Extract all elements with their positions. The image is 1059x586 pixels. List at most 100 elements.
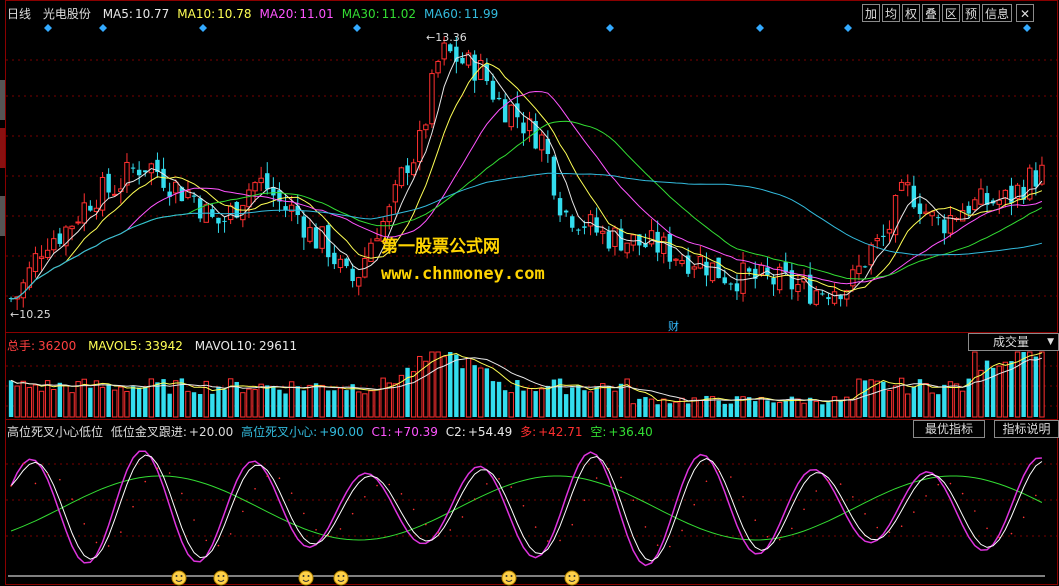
candle-down [966, 205, 971, 214]
volume-bar-up [307, 384, 313, 418]
duo-dot [510, 486, 513, 488]
candle-up [630, 234, 636, 246]
candle-up [99, 176, 106, 211]
volume-selector[interactable]: 成交量 ▼ [968, 333, 1059, 351]
mavol10-label: MAVOL10: [194, 339, 256, 353]
candle-up [75, 221, 81, 224]
volume-bar-down [576, 385, 581, 417]
volume-bar-down [502, 390, 508, 417]
volume-bar-up [252, 389, 258, 418]
smiley-eye [307, 575, 310, 577]
duo-dot [815, 490, 818, 492]
volume-bar-down [222, 389, 227, 417]
volume-bar-down [57, 382, 63, 417]
duo-dot [888, 531, 891, 534]
duo-dot [571, 523, 574, 526]
duo-dot [876, 526, 879, 529]
candle-down [917, 203, 923, 215]
candle-down [502, 99, 508, 123]
candle-down [826, 297, 831, 300]
best-indicator-button[interactable]: 最优指标 [913, 420, 985, 438]
volume-bar-up [539, 388, 545, 418]
volume-bar-up [319, 384, 325, 418]
candle-up [648, 230, 655, 245]
duo-dot [900, 525, 903, 528]
duo-dot [437, 531, 439, 534]
volume-bar-down [8, 380, 14, 417]
duo-dot [1035, 494, 1037, 497]
duo-dot [839, 483, 842, 485]
price-chart[interactable]: ←13.36 ←10.25 [0, 0, 1059, 586]
volume-bar-up [203, 380, 209, 418]
volume-bar-down [667, 403, 673, 417]
duo-dot [644, 526, 647, 528]
volume-bar-up [69, 392, 75, 418]
volume-bar-up [356, 391, 362, 418]
candle-down [130, 167, 136, 169]
volume-bar-up [185, 390, 191, 418]
candle-up [32, 253, 39, 272]
duo-dot [1010, 532, 1013, 535]
volume-bar-up [32, 384, 39, 418]
line2-label: 高位死叉小心: [241, 425, 318, 439]
candle-up [81, 202, 87, 224]
volume-bar-down [570, 387, 575, 417]
volume-bar-up [240, 392, 246, 418]
duo-dot [705, 480, 708, 483]
duo-dot [583, 499, 586, 501]
duo-dot [693, 503, 696, 506]
candle-down [332, 252, 337, 265]
volume-bar-down [936, 394, 941, 417]
candle-down [667, 233, 673, 262]
candle-up [972, 199, 978, 211]
candle-up [252, 182, 258, 192]
candle-down [490, 80, 496, 100]
duo-dot [34, 482, 37, 485]
volume-bar-down [210, 393, 215, 417]
volume-bar-down [862, 380, 868, 417]
duo-dot [132, 505, 134, 508]
kong-line [10, 475, 1043, 541]
candle-down [722, 277, 727, 284]
line1-label: 低位金叉跟进: [110, 425, 187, 439]
duo-dot [998, 536, 1001, 539]
duo-dot [449, 529, 452, 531]
volume-bar-up [892, 385, 899, 418]
volume-bar-down [643, 397, 648, 417]
candle-up [539, 134, 545, 151]
candle-up [587, 214, 594, 227]
finance-marker[interactable]: 财 [668, 318, 679, 334]
duo-dot [559, 539, 561, 542]
volume-bar-up [972, 351, 978, 418]
volume-bar-up [929, 392, 935, 418]
candle-up [246, 189, 252, 208]
candle-down [460, 57, 465, 64]
candle-down [563, 210, 569, 213]
volume-bar-down [496, 381, 502, 417]
candle-down [1033, 170, 1039, 187]
candle-up [697, 256, 704, 269]
volume-bar-down [820, 404, 825, 417]
volume-bar-down [454, 354, 459, 417]
event-diamond-icon [844, 24, 852, 32]
duo-dot [925, 495, 927, 497]
volume-bar-up [661, 398, 667, 418]
candle-up [740, 262, 746, 294]
candle-down [350, 268, 355, 282]
candle-down [862, 266, 868, 268]
volume-bar-up [868, 379, 874, 418]
volume-bar-down [191, 392, 197, 417]
mavol10-value: 29611 [258, 339, 298, 353]
volume-bar-up [99, 386, 106, 418]
duo-dot [22, 462, 25, 465]
volume-bar-up [246, 388, 252, 418]
line1-value: +20.00 [188, 425, 234, 439]
smiley-eye [337, 575, 340, 577]
duo-label: 多: [520, 425, 537, 439]
volume-header: 总手: 36200 MAVOL5: 33942 MAVOL10: 29611 [7, 337, 297, 354]
candle-up [423, 124, 429, 131]
duo-dot [498, 478, 500, 480]
indicator-help-button[interactable]: 指标说明 [994, 420, 1059, 438]
candle-up [868, 244, 874, 266]
candle-up [996, 199, 1002, 205]
